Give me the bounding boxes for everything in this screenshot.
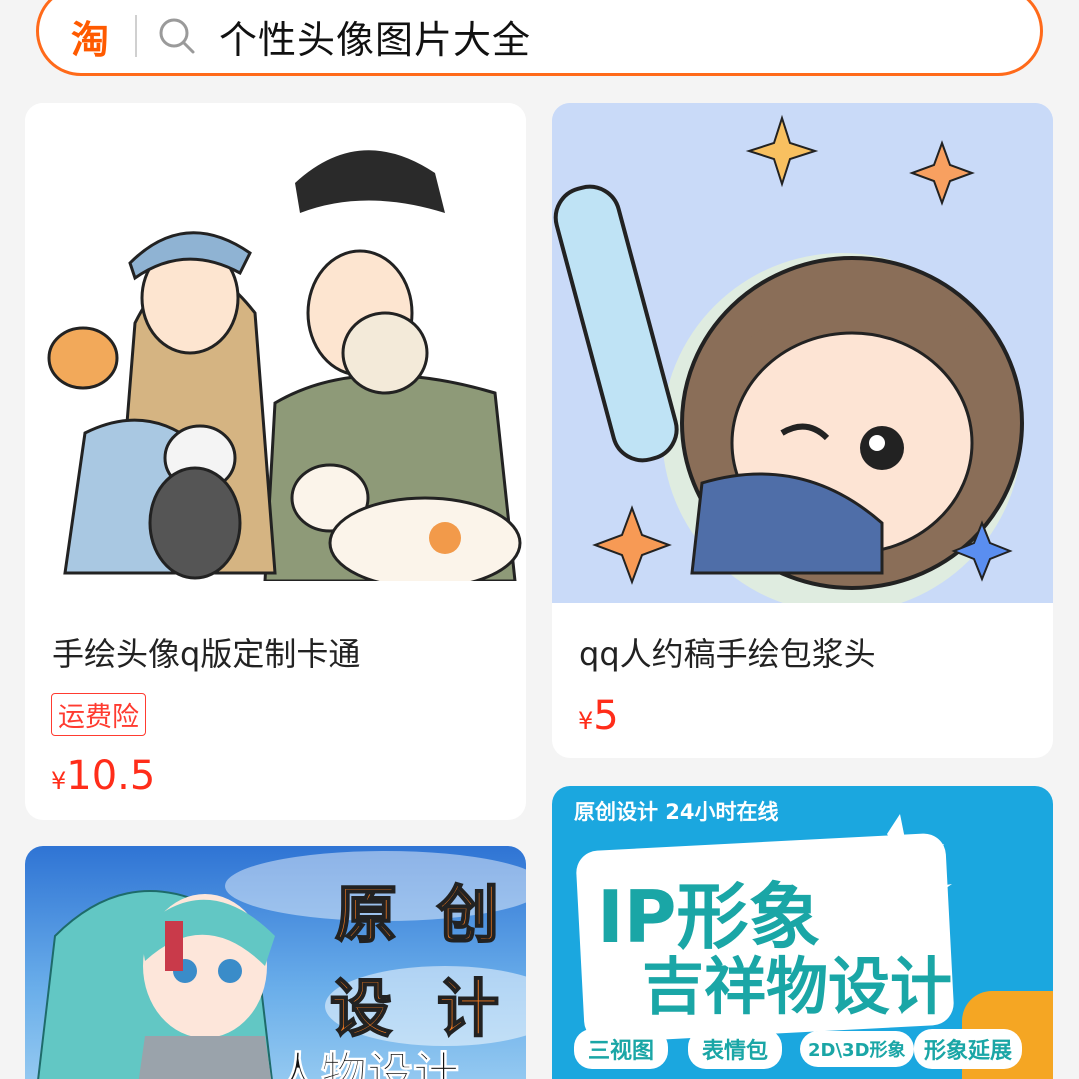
overlay-char: 设 [329, 971, 393, 1046]
product-price: ¥10.5 [51, 753, 155, 799]
product-title[interactable]: qq人约稿手绘包浆头 [579, 629, 876, 675]
overlay-subtitle: 人物设计 [275, 1047, 460, 1079]
product-image-chibi-girl[interactable] [552, 103, 1053, 603]
currency-symbol: ¥ [578, 707, 594, 735]
search-divider [135, 15, 137, 57]
taobao-logo[interactable]: 淘 [63, 9, 117, 64]
overlay-char: 创 [436, 877, 500, 952]
currency-symbol: ¥ [51, 767, 67, 795]
overlay-headline: 吉祥物设计 [642, 950, 953, 1023]
search-icon[interactable] [157, 16, 197, 56]
overlay-char: 计 [436, 971, 500, 1046]
feature-chip: 形象延展 [914, 1029, 1023, 1069]
feature-chip: 三视图 [574, 1029, 669, 1069]
price-value: 5 [593, 693, 619, 739]
product-image-ip-mascot[interactable]: 原创设计 24小时在线 IP形象 吉祥物设计 三视图 表情包 2D\3D形象 形… [552, 786, 1053, 1079]
product-card[interactable]: qq人约稿手绘包浆头 ¥5 [552, 103, 1053, 758]
product-title[interactable]: 手绘头像q版定制卡通 [52, 629, 360, 675]
product-card[interactable]: 原 创 设 计 人物设计 [25, 846, 526, 1079]
search-bar[interactable]: 淘 个性头像图片大全 [36, 0, 1043, 76]
feature-chip: 表情包 [688, 1029, 783, 1069]
shipping-insurance-badge: 运费险 [51, 693, 146, 736]
product-card[interactable]: 手绘头像q版定制卡通 运费险 ¥10.5 [25, 103, 526, 820]
price-value: 10.5 [66, 753, 156, 799]
overlay-header: 原创设计 24小时在线 [574, 800, 779, 824]
search-input[interactable]: 个性头像图片大全 [219, 9, 531, 64]
product-card[interactable]: 原创设计 24小时在线 IP形象 吉祥物设计 三视图 表情包 2D\3D形象 形… [552, 786, 1053, 1079]
product-image-couple-cats[interactable] [25, 103, 526, 581]
feature-chip: 2D\3D形象 [800, 1031, 914, 1067]
overlay-char: 原 [334, 877, 398, 952]
product-price: ¥5 [578, 693, 619, 739]
product-image-character-design[interactable]: 原 创 设 计 人物设计 [25, 846, 526, 1079]
